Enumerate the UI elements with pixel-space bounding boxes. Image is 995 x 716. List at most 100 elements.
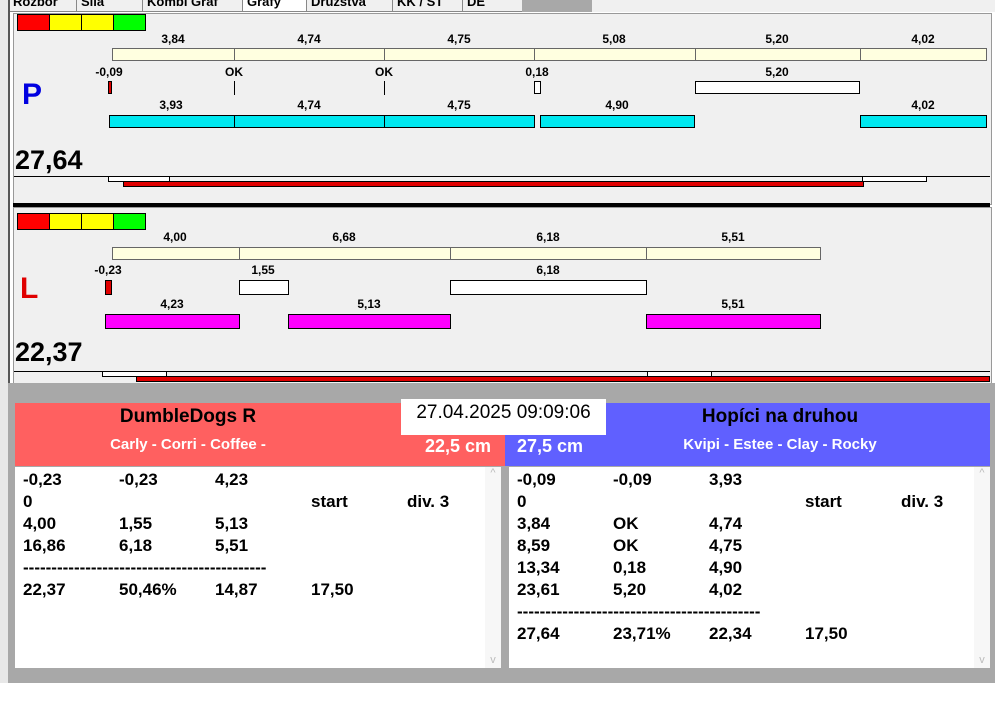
reaction-bar xyxy=(108,81,112,94)
result-cell: 6,18 xyxy=(119,536,153,555)
light-yellow xyxy=(49,213,82,230)
tab-kombi-graf[interactable]: Kombi Graf xyxy=(142,0,244,12)
left-results-list[interactable]: ^ v -0,23 -0,23 4,23 0 start div. 3 4,00 1,55 5,1… xyxy=(15,467,501,668)
tab-grafy[interactable]: Grafy xyxy=(242,0,308,12)
tab-bar: Rozbor Síla Kombi Graf Grafy Družstva KK… xyxy=(0,0,995,12)
segment-label: 4,74 xyxy=(297,32,321,46)
segment xyxy=(384,48,535,61)
scrollbar[interactable]: ^ v xyxy=(974,467,990,668)
light-yellow xyxy=(81,213,114,230)
right-results-list[interactable]: ^ v -0,09 -0,09 3,93 0 start div. 3 3,84 OK 4,74 8… xyxy=(509,467,990,668)
dog-bar xyxy=(540,115,695,128)
tab-rozbor[interactable]: Rozbor xyxy=(8,0,78,12)
tab-druzstva[interactable]: Družstva xyxy=(306,0,394,12)
result-cell: start xyxy=(311,492,348,511)
light-green xyxy=(113,14,146,31)
result-cell: start xyxy=(805,492,842,511)
scroll-down-icon[interactable]: v xyxy=(485,654,501,666)
segment-label: 4,75 xyxy=(447,32,471,46)
result-cell: 14,87 xyxy=(215,580,258,599)
tab-de[interactable]: DE xyxy=(462,0,528,12)
tab-kk-st[interactable]: KK / ST xyxy=(392,0,464,12)
light-yellow xyxy=(49,14,82,31)
dog-bar xyxy=(105,314,240,329)
result-cell: 4,75 xyxy=(709,536,743,555)
segment xyxy=(646,247,821,260)
result-cell: 4,00 xyxy=(23,514,57,533)
dog-label: 4,75 xyxy=(447,98,471,112)
result-cell: 27,64 xyxy=(517,624,560,643)
light-green xyxy=(113,213,146,230)
dog-bar xyxy=(384,115,535,128)
dog-bar xyxy=(646,314,821,329)
dog-label: 3,93 xyxy=(159,98,183,112)
result-cell: div. 3 xyxy=(407,492,450,511)
result-cell: 17,50 xyxy=(311,580,354,599)
result-cell: 3,93 xyxy=(709,470,743,489)
gap-label: OK xyxy=(375,65,393,79)
gap-label: 0,18 xyxy=(525,65,549,79)
result-cell: 17,50 xyxy=(805,624,848,643)
segment xyxy=(450,247,647,260)
result-cell: OK xyxy=(613,514,639,533)
result-cell: 4,23 xyxy=(215,470,249,489)
tick xyxy=(384,81,385,95)
scrollbar[interactable]: ^ v xyxy=(485,467,501,668)
gap-label: OK xyxy=(225,65,243,79)
segment-label: 4,00 xyxy=(163,230,187,244)
segment xyxy=(112,247,240,260)
result-cell: 22,37 xyxy=(23,580,66,599)
jump-height: 27,5 cm xyxy=(517,436,584,456)
jump-height: 22,5 cm xyxy=(424,436,491,456)
light-red xyxy=(17,213,50,230)
tab-sila[interactable]: Síla xyxy=(76,0,144,12)
gap-bar xyxy=(239,280,289,295)
result-cell: 0,18 xyxy=(613,558,647,577)
segment xyxy=(234,48,385,61)
segment xyxy=(239,247,451,260)
result-cell: 23,71% xyxy=(613,624,671,643)
gap-label: -0,09 xyxy=(95,65,123,79)
gap-bar xyxy=(450,280,647,295)
dog-label: 4,02 xyxy=(911,98,935,112)
result-cell: 5,20 xyxy=(613,580,647,599)
gap-label: 6,18 xyxy=(536,263,560,277)
lane-l-panel xyxy=(13,207,992,384)
result-cell: 0 xyxy=(23,492,33,511)
segment-label: 6,18 xyxy=(536,230,560,244)
gap-label: 5,20 xyxy=(765,65,789,79)
team-dogs: Kvipi - Estee - Clay - Rocky xyxy=(683,436,877,453)
scroll-up-icon[interactable]: ^ xyxy=(974,467,990,479)
scroll-up-icon[interactable]: ^ xyxy=(485,467,501,479)
result-cell: ----------------------------------------… xyxy=(23,558,267,577)
scroll-down-icon[interactable]: v xyxy=(974,654,990,666)
dog-label: 4,90 xyxy=(605,98,629,112)
segment xyxy=(112,48,235,61)
timeline-end xyxy=(647,371,712,377)
segment-label: 6,68 xyxy=(332,230,356,244)
gap-bar xyxy=(534,81,541,94)
light-red xyxy=(17,14,50,31)
segment-label: 5,20 xyxy=(765,32,789,46)
gap-bar xyxy=(695,81,860,94)
dog-bar xyxy=(109,115,235,128)
dog-bar xyxy=(234,115,385,128)
result-cell: div. 3 xyxy=(901,492,944,511)
team-name: Hopíci na druhou xyxy=(701,406,859,427)
timeline-end xyxy=(862,176,927,182)
dog-bar xyxy=(860,115,987,128)
result-cell: ----------------------------------------… xyxy=(517,602,761,621)
result-cell: -0,23 xyxy=(119,470,158,489)
segment-label: 4,02 xyxy=(911,32,935,46)
lane-letter: P xyxy=(22,78,43,111)
segment xyxy=(695,48,861,61)
result-cell: 4,02 xyxy=(709,580,743,599)
dog-label: 5,51 xyxy=(721,297,745,311)
result-cell: 13,34 xyxy=(517,558,560,577)
result-cell: OK xyxy=(613,536,639,555)
segment xyxy=(860,48,987,61)
result-cell: 5,51 xyxy=(215,536,249,555)
gap-label: 1,55 xyxy=(251,263,275,277)
result-cell: 4,90 xyxy=(709,558,743,577)
result-cell: 16,86 xyxy=(23,536,66,555)
